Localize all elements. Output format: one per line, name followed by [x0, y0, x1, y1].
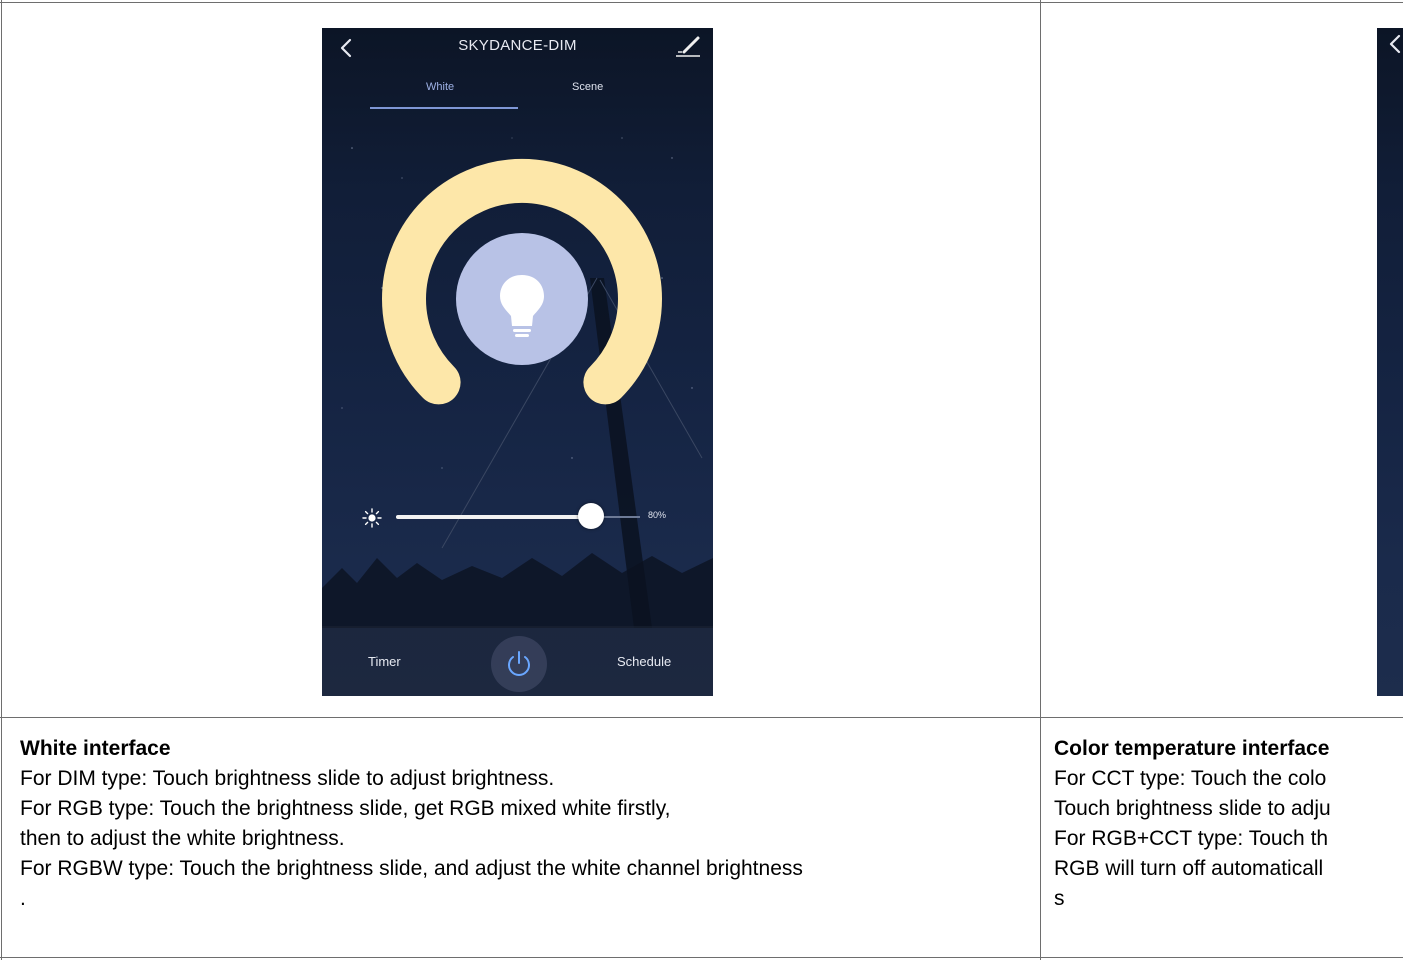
cell-line: Touch brightness slide to adju	[1054, 797, 1331, 820]
table-border-bottom	[0, 957, 1403, 958]
brightness-slider-fill	[396, 515, 592, 519]
color-temperature-screenshot	[1377, 28, 1403, 696]
sun-icon	[362, 508, 382, 528]
table-row-divider	[0, 717, 1403, 718]
cell-line: For RGB type: Touch the brightness slide…	[20, 797, 671, 820]
timer-button[interactable]: Timer	[368, 654, 401, 669]
cell-line: s	[1054, 887, 1065, 910]
cell-heading: Color temperature interface	[1054, 737, 1330, 760]
table-border-top	[0, 2, 1403, 3]
color-temperature-description: Color temperature interface For CCT type…	[1054, 734, 1403, 914]
back-chevron-icon[interactable]	[1377, 28, 1403, 68]
cell-line: For RGBW type: Touch the brightness slid…	[20, 857, 803, 880]
bulb-icon	[500, 275, 544, 337]
power-icon	[508, 651, 530, 676]
cell-line: For CCT type: Touch the colo	[1054, 767, 1327, 790]
table-column-divider	[1040, 0, 1041, 960]
cell-line: For RGB+CCT type: Touch th	[1054, 827, 1329, 850]
power-button[interactable]	[491, 636, 547, 692]
brightness-slider-thumb[interactable]	[578, 503, 605, 529]
cell-line: RGB will turn off automaticall	[1054, 857, 1324, 880]
document-table: SKYDANCE-DIM White Scene 80% Timer Sched…	[0, 0, 1403, 960]
cell-line: then to adjust the white brightness.	[20, 827, 345, 850]
cell-line: For DIM type: Touch brightness slide to …	[20, 767, 555, 790]
schedule-button[interactable]: Schedule	[617, 654, 671, 669]
cell-heading: White interface	[20, 737, 171, 760]
cell-line: .	[20, 887, 26, 910]
white-interface-description: White interface For DIM type: Touch brig…	[20, 734, 1032, 914]
bulb-button[interactable]	[456, 233, 588, 365]
brightness-percent-label: 80%	[648, 510, 667, 520]
table-border-left	[1, 0, 2, 960]
white-interface-screenshot: SKYDANCE-DIM White Scene 80% Timer Sched…	[322, 28, 713, 696]
